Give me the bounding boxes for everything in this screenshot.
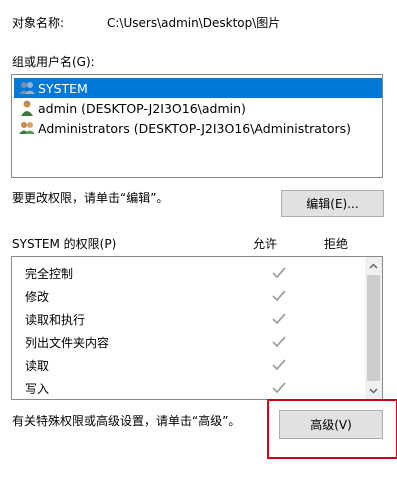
allow-column-header: 允许 <box>253 237 278 251</box>
permission-name: 完全控制 <box>25 266 74 281</box>
check-icon <box>272 267 286 279</box>
permission-row-write: 写入 <box>25 377 355 399</box>
permission-name: 列出文件夹内容 <box>25 335 110 350</box>
object-name-value: C:\Users\admin\Desktop\图片 <box>107 16 281 30</box>
object-name-label: 对象名称: <box>12 16 65 30</box>
edit-hint: 要更改权限，请单击“编辑”。 <box>12 191 169 205</box>
permission-row-read-execute: 读取和执行 <box>25 308 355 330</box>
check-icon <box>272 359 286 371</box>
permission-row-modify: 修改 <box>25 285 355 307</box>
permission-row-full-control: 完全控制 <box>25 262 355 284</box>
user-item-label: admin (DESKTOP-J2I3O16\admin) <box>38 100 246 116</box>
groups-label: 组或用户名(G): <box>12 55 95 69</box>
deny-column-header: 拒绝 <box>324 237 349 251</box>
user-item-label: Administrators (DESKTOP-J2I3O16\Administ… <box>38 120 352 136</box>
permission-name: 写入 <box>25 381 50 396</box>
scroll-up-button[interactable] <box>365 257 382 274</box>
edit-button[interactable]: 编辑(E)... <box>281 190 384 217</box>
user-item-administrators[interactable]: Administrators (DESKTOP-J2I3O16\Administ… <box>14 118 382 138</box>
permission-row-list-folder: 列出文件夹内容 <box>25 331 355 353</box>
user-item-system[interactable]: SYSTEM <box>14 78 382 98</box>
check-icon <box>272 382 286 394</box>
check-icon <box>272 290 286 302</box>
permission-name: 读取和执行 <box>25 312 86 327</box>
group-user-list[interactable]: SYSTEM admin (DESKTOP-J2I3O16\admin) Adm… <box>11 74 383 178</box>
check-icon <box>272 313 286 325</box>
users-group-icon <box>19 122 35 134</box>
user-icon <box>21 100 33 116</box>
advanced-hint: 有关特殊权限或高级设置，请单击“高级”。 <box>12 414 241 428</box>
permission-row-read: 读取 <box>25 354 355 376</box>
advanced-button-label: 高级(V) <box>310 418 352 432</box>
chevron-up-icon <box>369 263 378 268</box>
user-item-label: SYSTEM <box>38 80 88 96</box>
users-group-icon <box>19 82 35 94</box>
user-item-admin[interactable]: admin (DESKTOP-J2I3O16\admin) <box>14 98 382 118</box>
check-icon <box>272 336 286 348</box>
advanced-button[interactable]: 高级(V) <box>279 410 383 439</box>
scroll-down-button[interactable] <box>365 382 382 399</box>
permission-name: 读取 <box>25 358 50 373</box>
permission-name: 修改 <box>25 289 50 304</box>
permissions-scrollbar[interactable] <box>365 257 382 399</box>
permissions-header: SYSTEM 的权限(P) <box>12 237 117 251</box>
scroll-thumb[interactable] <box>367 275 380 381</box>
chevron-down-icon <box>369 388 378 393</box>
edit-button-label: 编辑(E)... <box>306 197 359 211</box>
permissions-list[interactable]: 完全控制 修改 读取和执行 列出文件夹内容 读取 写入 <box>11 256 383 400</box>
